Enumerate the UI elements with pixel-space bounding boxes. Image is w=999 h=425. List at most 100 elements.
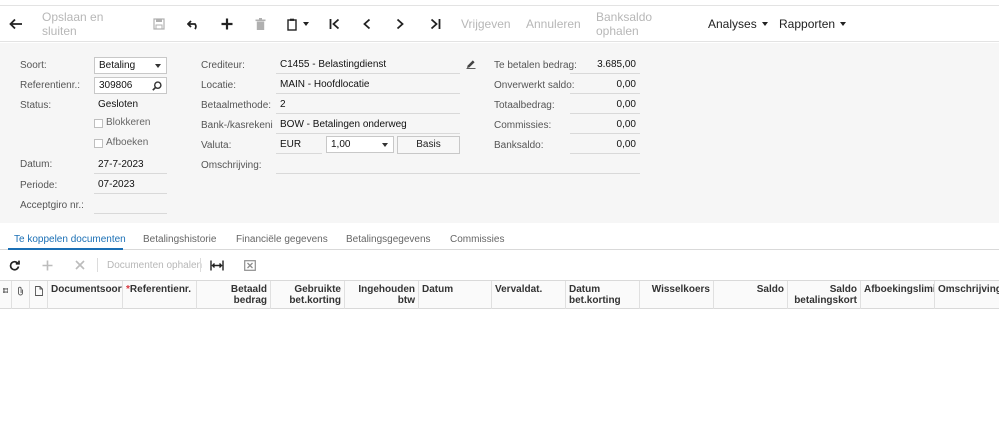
col-betaald-bedrag[interactable]: Betaald bedrag (197, 281, 271, 309)
datum-input[interactable]: 27-7-2023 (94, 157, 167, 174)
cancel-button[interactable]: Annuleren (526, 6, 581, 42)
col-afboekingslimiet[interactable]: Afboekingslimiet (861, 281, 935, 309)
save-button[interactable] (151, 6, 167, 42)
col-datum-bet-korting[interactable]: Datum bet.korting (566, 281, 640, 309)
trash-icon (255, 18, 265, 30)
col-referentienr[interactable]: *Referentienr. (123, 281, 197, 309)
tab-financiele-gegevens[interactable]: Financiële gegevens (236, 234, 328, 245)
afboeken-label: Afboeken (106, 137, 149, 148)
acceptgiro-input[interactable] (94, 197, 167, 214)
export-excel-icon (244, 259, 256, 271)
save-close-button[interactable]: Opslaan en sluiten (42, 6, 134, 42)
note-column[interactable] (30, 281, 48, 309)
first-record-button[interactable] (326, 6, 342, 42)
toolbar-divider (200, 258, 201, 272)
totaalbedrag-label: Totaalbedrag: (494, 100, 555, 111)
te-betalen-value: 3.685,00 (570, 57, 640, 74)
col-omschrijving[interactable]: Omschrijving (935, 281, 999, 309)
back-button[interactable] (6, 6, 26, 42)
copy-paste-icon (287, 18, 297, 31)
detail-tabs: Te koppelen documenten Betalingshistorie… (0, 231, 999, 250)
undo-button[interactable] (184, 6, 202, 42)
previous-record-button[interactable] (360, 6, 374, 42)
tab-commissies[interactable]: Commissies (450, 234, 504, 245)
bank-balance-button[interactable]: Banksaldo ophalen (596, 6, 692, 42)
afboeken-checkbox[interactable] (94, 139, 103, 148)
copy-paste-dropdown[interactable] (284, 6, 312, 42)
soort-value: Betaling (99, 60, 136, 71)
analyses-menu[interactable]: Analyses (708, 6, 768, 42)
reports-menu[interactable]: Rapporten (779, 6, 847, 42)
status-value: Gesloten (98, 99, 139, 110)
toolbar-divider (97, 258, 98, 272)
acceptgiro-label: Acceptgiro nr.: (20, 200, 84, 211)
periode-input[interactable]: 07-2023 (94, 177, 167, 194)
exchange-rate-value: 1,00 (331, 139, 351, 150)
tab-betalingshistorie[interactable]: Betalingshistorie (143, 234, 216, 245)
betaalmethode-input[interactable]: 2 (276, 97, 460, 114)
valuta-input[interactable]: EUR (276, 137, 322, 154)
commissies-value: 0,00 (570, 117, 640, 134)
crediteur-label: Crediteur: (201, 60, 245, 71)
col-ingehouden-btw[interactable]: Ingehouden btw (345, 281, 419, 309)
delete-button[interactable] (252, 6, 268, 42)
analyses-label: Analyses (708, 17, 757, 31)
delete-row-button[interactable] (75, 251, 85, 279)
last-record-button[interactable] (427, 6, 443, 42)
tab-te-koppelen-documenten[interactable]: Te koppelen documenten (14, 234, 126, 245)
locatie-input[interactable]: MAIN - Hoofdlocatie (276, 77, 460, 94)
tab-betalingsgegevens[interactable]: Betalingsgegevens (346, 234, 431, 245)
soort-label: Soort: (20, 60, 47, 71)
banksaldo-value: 0,00 (570, 137, 640, 154)
col-vervaldat[interactable]: Vervaldat. (492, 281, 566, 309)
omschrijving-label: Omschrijving: (201, 160, 262, 171)
save-icon (153, 18, 165, 30)
fit-columns-button[interactable] (210, 251, 224, 279)
grid-toolbar: Documenten ophalen (0, 251, 999, 279)
next-record-button[interactable] (393, 6, 407, 42)
last-record-icon (430, 18, 440, 30)
attachment-column[interactable] (12, 281, 30, 309)
export-excel-dropdown[interactable] (244, 251, 256, 279)
referentienr-input[interactable]: 309806 (94, 77, 167, 94)
add-button[interactable] (218, 6, 236, 42)
arrow-back-icon (9, 18, 22, 30)
betaalmethode-label: Betaalmethode: (201, 100, 272, 111)
pencil-icon[interactable] (466, 59, 476, 69)
commissies-label: Commissies: (494, 120, 552, 131)
refresh-button[interactable] (9, 251, 20, 279)
add-row-button[interactable] (42, 251, 53, 279)
paperclip-icon (18, 286, 23, 296)
col-saldo[interactable]: Saldo (714, 281, 788, 309)
col-gebruikte-bet-korting[interactable]: Gebruikte bet.korting (271, 281, 345, 309)
chevron-down-icon (761, 22, 768, 26)
exchange-rate-select[interactable]: 1,00 (326, 136, 394, 153)
bank-account-input[interactable]: BOW - Betalingen onderweg (276, 117, 460, 134)
previous-record-icon (363, 18, 371, 30)
chevron-down-icon (155, 64, 161, 68)
undo-icon (186, 19, 197, 30)
col-saldo-betalingskorting[interactable]: Saldo betalingskort (788, 281, 861, 309)
load-documents-button[interactable]: Documenten ophalen (107, 251, 202, 279)
chevron-down-icon (382, 143, 388, 147)
close-icon (75, 260, 85, 270)
col-datum[interactable]: Datum (419, 281, 492, 309)
fit-columns-icon (210, 260, 224, 270)
referentienr-label: Referentienr.: (20, 80, 81, 91)
release-button[interactable]: Vrijgeven (461, 6, 511, 42)
basis-button[interactable]: Basis (397, 136, 460, 154)
col-wisselkoers[interactable]: Wisselkoers (640, 281, 714, 309)
row-selector-column[interactable] (0, 281, 12, 309)
plus-icon (221, 18, 233, 30)
totaalbedrag-value: 0,00 (570, 97, 640, 114)
col-documentsoort[interactable]: Documentsoort (48, 281, 123, 309)
te-betalen-label: Te betalen bedrag: (494, 60, 577, 71)
search-icon (152, 81, 162, 91)
omschrijving-input[interactable] (276, 157, 640, 174)
blokkeren-checkbox[interactable] (94, 119, 103, 128)
refresh-icon (9, 260, 20, 271)
banksaldo-label: Banksaldo: (494, 140, 544, 151)
plus-icon (42, 260, 53, 270)
crediteur-input[interactable]: C1455 - Belastingdienst (276, 57, 460, 74)
soort-select[interactable]: Betaling (94, 57, 167, 74)
